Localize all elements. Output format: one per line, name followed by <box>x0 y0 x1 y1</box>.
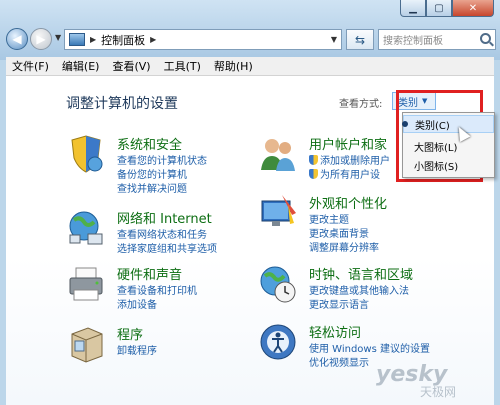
window-controls: ▁ ▢ ✕ <box>400 0 494 17</box>
control-panel-icon <box>69 33 85 46</box>
category-link[interactable]: 卸载程序 <box>117 342 157 357</box>
menu-edit[interactable]: 编辑(E) <box>62 58 100 74</box>
address-dropdown-icon[interactable]: ▼ <box>331 35 337 44</box>
menu-item-small-icons[interactable]: 小图标(S) <box>403 156 494 174</box>
svg-text:yesky: yesky <box>376 362 449 387</box>
breadcrumb-chevron-icon[interactable]: ▶ <box>150 35 156 44</box>
breadcrumb-chevron-icon[interactable]: ▶ <box>90 35 96 44</box>
menu-item-large-icons[interactable]: 大图标(L) <box>403 137 494 155</box>
appearance-icon <box>261 195 296 226</box>
uac-shield-icon <box>309 169 318 179</box>
category-title[interactable]: 程序 <box>117 324 143 343</box>
maximize-icon: ▢ <box>434 2 444 14</box>
search-placeholder: 搜索控制面板 <box>383 36 443 47</box>
programs-icon <box>71 327 103 363</box>
back-button[interactable]: ◀ <box>6 28 28 50</box>
menu-bar: 文件(F) 编辑(E) 查看(V) 工具(T) 帮助(H) <box>6 57 494 76</box>
close-button[interactable]: ✕ <box>452 0 494 17</box>
category-link[interactable]: 备份您的计算机 <box>117 166 187 181</box>
printer-icon <box>69 267 103 301</box>
svg-text:天极网: 天极网 <box>420 385 456 399</box>
window-chrome: ▁ ▢ ✕ ◀ ▶ ▼ ▶ 控制面板 ▶ ▼ ⇆ 搜索控制面板 <box>0 0 500 60</box>
network-icon <box>69 211 103 245</box>
arrow-right-icon: ▶ <box>36 32 46 46</box>
search-icon <box>480 33 491 44</box>
category-link[interactable]: 查找并解决问题 <box>117 180 187 195</box>
category-title[interactable]: 硬件和声音 <box>117 264 182 283</box>
history-dropdown-icon[interactable]: ▼ <box>55 33 61 42</box>
menu-tools[interactable]: 工具(T) <box>164 58 201 74</box>
category-link[interactable]: 更改桌面背景 <box>309 225 369 240</box>
menu-item-category[interactable]: 类别(C) <box>402 115 494 133</box>
clock-language-icon <box>260 266 296 303</box>
category-link[interactable]: 添加或删除用户 <box>309 152 390 167</box>
address-bar[interactable]: ▶ 控制面板 ▶ ▼ <box>64 29 342 50</box>
breadcrumb[interactable]: 控制面板 <box>101 32 145 48</box>
category-link[interactable]: 更改键盘或其他输入法 <box>309 282 409 297</box>
yesky-watermark-logo: yesky 天极网 <box>376 362 456 399</box>
uac-shield-icon <box>309 155 318 165</box>
system-security-icon <box>71 135 103 173</box>
radio-bullet-icon <box>402 121 408 127</box>
category-title[interactable]: 用户帐户和家 <box>309 134 387 153</box>
view-menu-popup: 类别(C) 大图标(L) 小图标(S) <box>402 112 495 178</box>
search-input[interactable]: 搜索控制面板 <box>378 29 496 50</box>
view-by-label: 查看方式: <box>339 99 383 110</box>
category-link[interactable]: 使用 Windows 建议的设置 <box>309 340 430 355</box>
category-title[interactable]: 时钟、语言和区域 <box>309 264 413 283</box>
menu-help[interactable]: 帮助(H) <box>214 58 253 74</box>
category-link[interactable]: 调整屏幕分辨率 <box>309 239 379 254</box>
category-title[interactable]: 外观和个性化 <box>309 193 387 212</box>
address-row: ◀ ▶ ▼ ▶ 控制面板 ▶ ▼ ⇆ 搜索控制面板 <box>6 27 496 53</box>
page-title: 调整计算机的设置 <box>66 96 178 112</box>
user-accounts-icon <box>261 139 295 171</box>
category-title[interactable]: 轻松访问 <box>309 322 361 341</box>
arrow-left-icon: ◀ <box>12 32 22 46</box>
refresh-icon: ⇆ <box>354 32 366 47</box>
ease-of-access-icon <box>260 324 296 360</box>
forward-button[interactable]: ▶ <box>30 28 52 50</box>
category-link[interactable]: 更改显示语言 <box>309 296 369 311</box>
maximize-button[interactable]: ▢ <box>426 0 452 17</box>
category-title[interactable]: 网络和 Internet <box>117 208 212 227</box>
category-link[interactable]: 查看网络状态和任务 <box>117 226 207 241</box>
close-icon: ✕ <box>468 2 478 14</box>
category-link[interactable]: 查看设备和打印机 <box>117 282 197 297</box>
category-link[interactable]: 查看您的计算机状态 <box>117 152 207 167</box>
minimize-icon: ▁ <box>409 2 417 14</box>
category-title[interactable]: 系统和安全 <box>117 134 182 153</box>
category-link[interactable]: 优化视频显示 <box>309 354 369 369</box>
category-link[interactable]: 为所有用户设 <box>309 166 380 181</box>
category-link[interactable]: 添加设备 <box>117 296 157 311</box>
refresh-button[interactable]: ⇆ <box>346 29 374 50</box>
category-link[interactable]: 更改主题 <box>309 211 349 226</box>
menu-view[interactable]: 查看(V) <box>112 58 150 74</box>
minimize-button[interactable]: ▁ <box>400 0 426 17</box>
menu-file[interactable]: 文件(F) <box>12 58 49 74</box>
category-link[interactable]: 选择家庭组和共享选项 <box>117 240 217 255</box>
